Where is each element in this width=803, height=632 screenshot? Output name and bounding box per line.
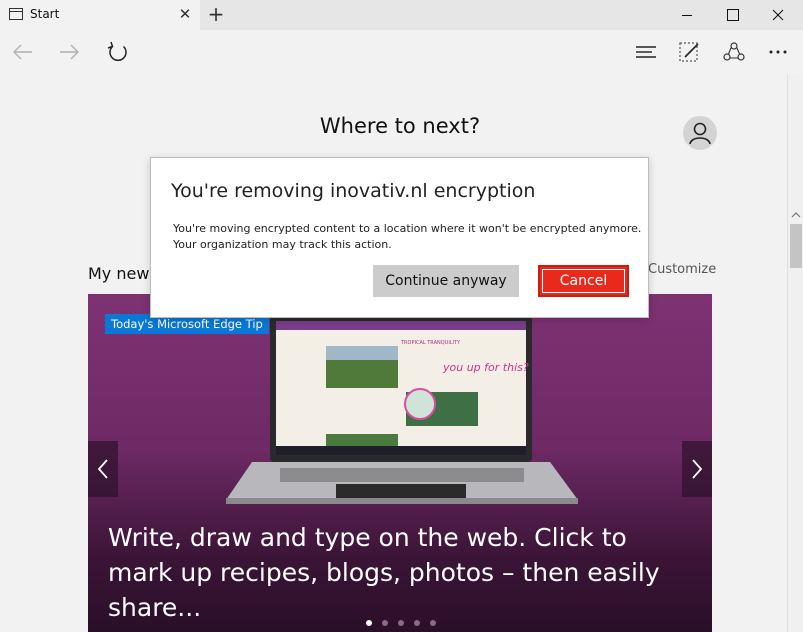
web-note-button[interactable] [673, 36, 705, 68]
encryption-warning-dialog: You're removing inovativ.nl encryption Y… [150, 157, 649, 318]
chevron-left-icon [97, 459, 108, 479]
customize-link[interactable]: Customize [648, 262, 716, 277]
scroll-up-icon[interactable] [788, 208, 803, 222]
navigation-toolbar [0, 30, 803, 74]
back-button[interactable] [6, 36, 38, 68]
maximize-button[interactable] [709, 0, 755, 30]
web-note-icon [679, 42, 699, 62]
cancel-button[interactable]: Cancel [538, 265, 629, 297]
carousel-prev-button[interactable] [88, 441, 118, 497]
chevron-right-icon [692, 459, 703, 479]
page-heading: Where to next? [319, 114, 481, 138]
back-icon [13, 44, 32, 60]
tab-close-button[interactable]: ✕ [176, 4, 194, 24]
carousel-dot[interactable] [430, 620, 436, 626]
share-button[interactable] [718, 36, 750, 68]
forward-button[interactable] [54, 36, 86, 68]
dialog-title: You're removing inovativ.nl encryption [171, 180, 536, 202]
carousel-dot[interactable] [414, 620, 420, 626]
tip-caption[interactable]: Write, draw and type on the web. Click t… [108, 520, 698, 625]
forward-icon [60, 44, 79, 60]
dialog-message-line-1: You're moving encrypted content to a loc… [173, 222, 642, 235]
page-scrollbar[interactable] [787, 74, 803, 632]
tab-page-icon [9, 8, 23, 20]
refresh-icon [107, 41, 127, 61]
minimize-button[interactable] [664, 0, 710, 30]
carousel-dot[interactable] [382, 620, 388, 626]
hub-button[interactable] [630, 36, 662, 68]
carousel-dot[interactable] [398, 620, 404, 626]
close-icon [772, 9, 784, 21]
dialog-message: You're moving encrypted content to a loc… [173, 221, 643, 253]
share-icon [723, 42, 745, 61]
hub-icon [636, 46, 656, 58]
dialog-message-line-2: Your organization may track this action. [173, 238, 392, 251]
tip-carousel[interactable]: you up for this? TROPICAL TRANQUILITY To… [88, 294, 712, 632]
news-feed-label: My new [88, 264, 150, 283]
screen-note: you up for this? [442, 361, 529, 374]
more-icon [769, 50, 787, 54]
edge-window: Start ✕ + Where to next? My new Customiz… [0, 0, 803, 632]
tab-start[interactable]: Start ✕ [0, 0, 200, 30]
user-icon [689, 122, 711, 145]
refresh-button[interactable] [102, 36, 134, 68]
scrollbar-thumb[interactable] [790, 224, 802, 268]
title-bar: Start ✕ + [0, 0, 803, 30]
account-avatar[interactable] [683, 116, 717, 150]
more-button[interactable] [762, 36, 794, 68]
continue-anyway-button[interactable]: Continue anyway [373, 265, 519, 297]
carousel-next-button[interactable] [682, 441, 712, 497]
screen-heading: TROPICAL TRANQUILITY [400, 340, 461, 346]
new-tab-button[interactable]: + [205, 3, 227, 27]
carousel-dot[interactable] [366, 620, 372, 626]
close-window-button[interactable] [755, 0, 801, 30]
tab-title: Start [30, 7, 60, 21]
